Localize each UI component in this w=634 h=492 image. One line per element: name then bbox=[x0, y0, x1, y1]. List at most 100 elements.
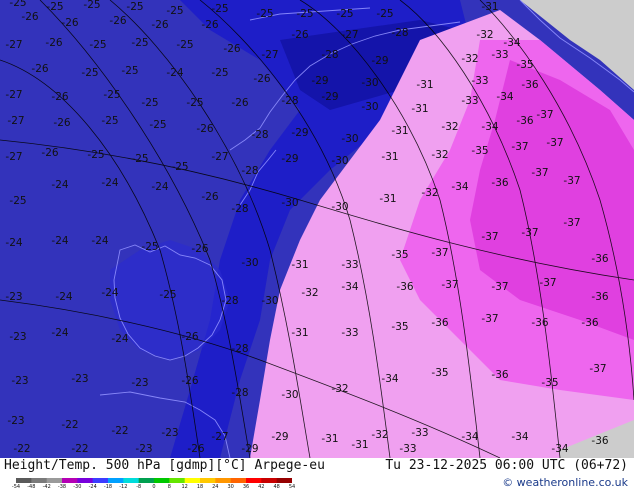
temperature-label: -25 bbox=[171, 161, 188, 173]
colorbar-tick-label: 18 bbox=[196, 484, 204, 490]
temperature-label: -23 bbox=[11, 375, 28, 387]
temperature-label: -34 bbox=[503, 37, 520, 49]
temperature-label: -33 bbox=[461, 95, 478, 107]
temperature-label: -35 bbox=[541, 377, 558, 389]
colorbar-tick-label: -54 bbox=[11, 484, 21, 490]
map-title: Height/Temp. 500 hPa [gdmp][°C] Arpege-e… bbox=[4, 458, 325, 473]
temperature-label: -27 bbox=[211, 151, 228, 163]
temperature-label: -28 bbox=[231, 387, 248, 399]
colorbar-labels: -54 -48 -42 -38 -30 -24 -18 -12 -8 0 8 12 18 24 30 36 42… bbox=[12, 484, 306, 492]
temperature-label: -26 bbox=[45, 37, 62, 49]
temperature-label: -37 bbox=[563, 217, 580, 229]
colorbar-swatch bbox=[62, 478, 78, 483]
temperature-label: -26 bbox=[253, 73, 270, 85]
temperature-label: -26 bbox=[53, 117, 70, 129]
temperature-label: -36 bbox=[431, 317, 448, 329]
credit-text[interactable]: © weatheronline.co.uk bbox=[502, 476, 628, 489]
temperature-label: -37 bbox=[539, 277, 556, 289]
temperature-label: -25 bbox=[101, 115, 118, 127]
temperature-label: -28 bbox=[321, 49, 338, 61]
temperature-label: -36 bbox=[516, 115, 533, 127]
temperature-label: -37 bbox=[511, 141, 528, 153]
temperature-label: -31 bbox=[411, 103, 428, 115]
temperature-label: -35 bbox=[431, 367, 448, 379]
temperature-label: -25 bbox=[376, 8, 393, 20]
colorbar-tick-label: 54 bbox=[288, 484, 296, 490]
temperature-label: -37 bbox=[589, 363, 606, 375]
colorbar-swatch bbox=[46, 478, 63, 483]
temperature-label: -26 bbox=[201, 191, 218, 203]
temperature-label: -23 bbox=[135, 443, 152, 455]
temperature-label: -30 bbox=[361, 77, 378, 89]
colorbar-swatch bbox=[261, 478, 278, 483]
temperature-label: -28 bbox=[231, 343, 248, 355]
colorbar-tick-label: -8 bbox=[136, 484, 142, 490]
colorbar-tick-label: 24 bbox=[212, 484, 219, 490]
temperature-label: -30 bbox=[331, 201, 348, 213]
temperature-label: -26 bbox=[191, 243, 208, 255]
temperature-label: -30 bbox=[241, 257, 258, 269]
temperature-label: -25 bbox=[81, 67, 98, 79]
temperature-label: -25 bbox=[46, 1, 63, 13]
temperature-label: -34 bbox=[341, 281, 358, 293]
temperature-label: -29 bbox=[371, 55, 388, 67]
temperature-label: -30 bbox=[261, 295, 278, 307]
temperature-label: -32 bbox=[331, 383, 348, 395]
colorbar-tick-label: 36 bbox=[242, 484, 250, 490]
temperature-label: -22 bbox=[71, 443, 88, 455]
temperature-label: -26 bbox=[201, 19, 218, 31]
temperature-label: -33 bbox=[411, 427, 428, 439]
temperature-label: -29 bbox=[241, 443, 258, 455]
temperature-label: -24 bbox=[51, 179, 68, 191]
temperature-label: -24 bbox=[101, 287, 118, 299]
colorbar-tick-label: -38 bbox=[57, 484, 67, 490]
temperature-label: -35 bbox=[516, 59, 533, 71]
temperature-label: -25 bbox=[141, 97, 158, 109]
temperature-label: -32 bbox=[421, 187, 438, 199]
temperature-label: -27 bbox=[5, 151, 22, 163]
temperature-label: -36 bbox=[581, 317, 598, 329]
temperature-label: -33 bbox=[341, 327, 358, 339]
temperature-label: -34 bbox=[451, 181, 468, 193]
temperature-label: -36 bbox=[591, 253, 608, 265]
temperature-label: -34 bbox=[481, 121, 498, 133]
temperature-label: -26 bbox=[231, 97, 248, 109]
temperature-label: -24 bbox=[91, 235, 108, 247]
temperature-label: -23 bbox=[161, 427, 178, 439]
temperature-label: -30 bbox=[361, 101, 378, 113]
temperature-label: -37 bbox=[491, 281, 508, 293]
temperature-label: -31 bbox=[321, 433, 338, 445]
temperature-label: -37 bbox=[536, 109, 553, 121]
temperature-label: -24 bbox=[51, 235, 68, 247]
colorbar-swatch bbox=[138, 478, 155, 483]
temperature-label: -24 bbox=[111, 333, 128, 345]
colorbar-swatch bbox=[169, 478, 186, 483]
temperature-label: -32 bbox=[371, 429, 388, 441]
colorbar-swatch bbox=[184, 478, 201, 483]
colorbar-tick-label: 8 bbox=[167, 484, 171, 490]
temperature-label: -32 bbox=[301, 287, 318, 299]
temperature-label: -32 bbox=[461, 53, 478, 65]
temperature-label: -23 bbox=[131, 377, 148, 389]
colorbar-swatch bbox=[92, 478, 109, 483]
temperature-label: -32 bbox=[476, 29, 493, 41]
temperature-label: -24 bbox=[51, 327, 68, 339]
temperature-label: -34 bbox=[461, 431, 478, 443]
temperature-label: -24 bbox=[151, 181, 168, 193]
temperature-label: -36 bbox=[491, 369, 508, 381]
temperature-label: -31 bbox=[291, 259, 308, 271]
temperature-label: -23 bbox=[7, 415, 24, 427]
temperature-label: -26 bbox=[291, 29, 308, 41]
temperature-label: -37 bbox=[431, 247, 448, 259]
temperature-label: -29 bbox=[291, 127, 308, 139]
temperature-label: -35 bbox=[391, 321, 408, 333]
colorbar-swatch bbox=[200, 478, 216, 483]
temperature-label: -25 bbox=[89, 39, 106, 51]
temperature-label: -28 bbox=[251, 129, 268, 141]
temperature-label: -25 bbox=[211, 3, 228, 15]
temperature-label: -29 bbox=[271, 431, 288, 443]
temperature-label: -34 bbox=[511, 431, 528, 443]
map-canvas: -25 -25 -25 -25 -25 -25 -25 -25 -25 -25-26 -26 -26-… bbox=[0, 0, 634, 458]
temperature-label: -25 bbox=[166, 5, 183, 17]
temperature-label: -26 bbox=[51, 91, 68, 103]
